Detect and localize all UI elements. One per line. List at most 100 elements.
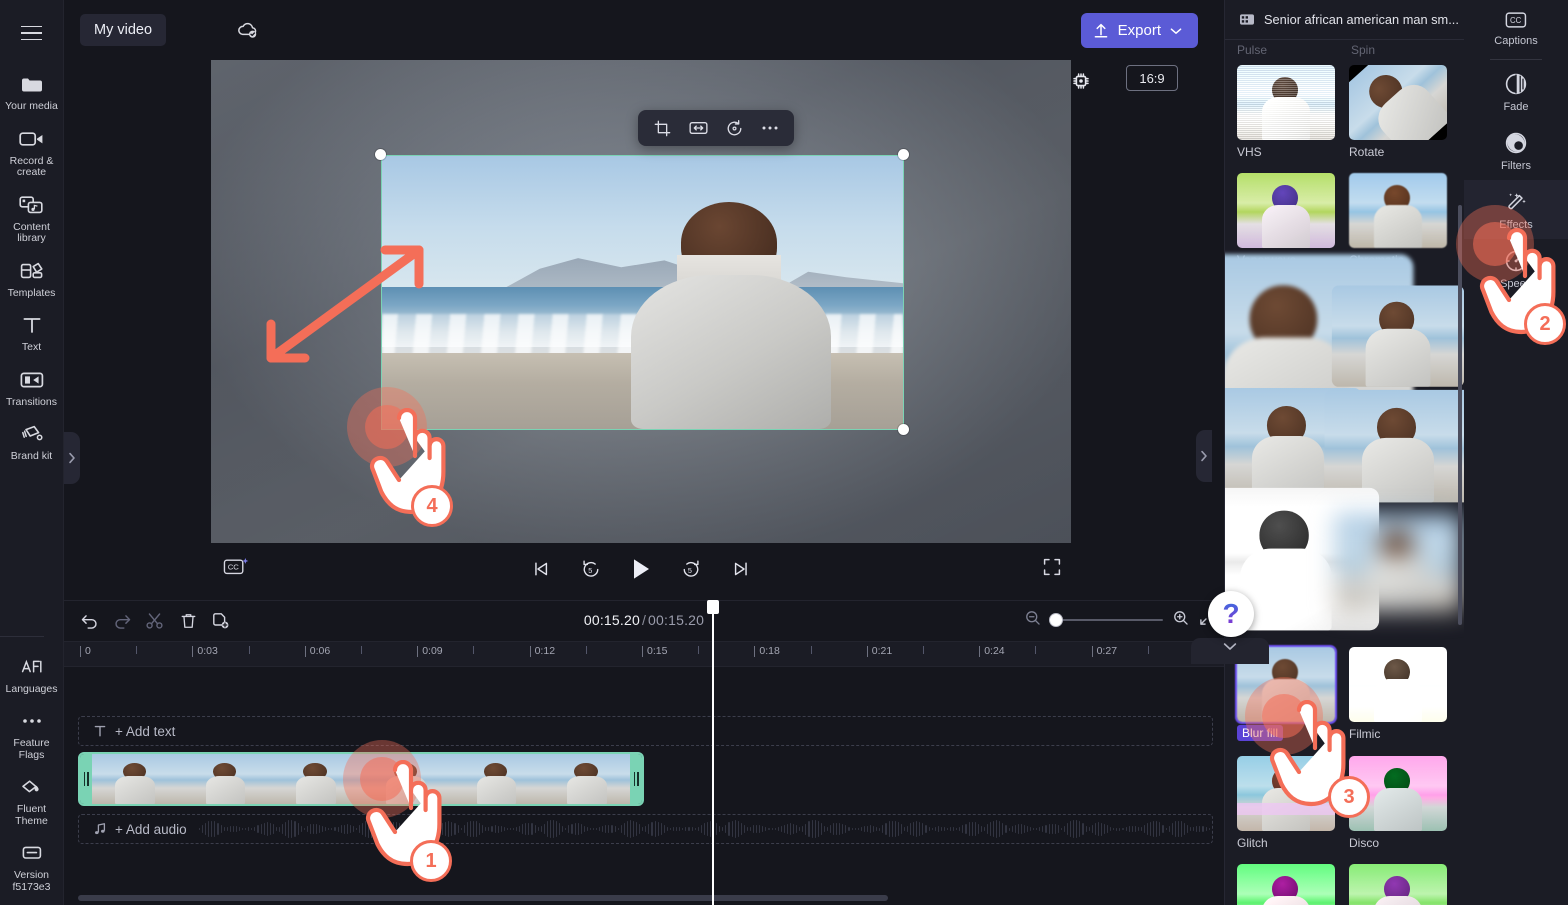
crop-button[interactable] <box>648 115 676 141</box>
collapse-left-panel-button[interactable] <box>64 432 80 484</box>
waveform-bar <box>617 827 619 831</box>
timeline-horizontal-scrollbar[interactable] <box>78 895 888 901</box>
zoom-in-icon[interactable] <box>1173 610 1189 631</box>
waveform-bar <box>263 822 265 836</box>
waveform-bar <box>1211 827 1212 831</box>
closed-captions-icon: CC <box>1505 12 1527 28</box>
waveform-bar <box>734 820 736 838</box>
sidebar-item-record-create[interactable]: Record & create <box>0 119 64 185</box>
music-note-icon <box>95 823 106 835</box>
help-button[interactable]: ? <box>1208 591 1254 637</box>
waveform-bar <box>833 823 835 835</box>
waveform-bar <box>1002 822 1004 836</box>
waveform-bar <box>642 827 644 831</box>
resize-handle-top-left[interactable] <box>375 149 386 160</box>
add-text-track[interactable]: + Add text <box>78 716 1213 746</box>
transport-controls: 5 5 <box>526 554 756 584</box>
skip-to-start-button[interactable] <box>526 554 556 584</box>
waveform-bar <box>679 827 681 831</box>
waveform-bar <box>645 826 647 832</box>
playhead-grip[interactable] <box>707 600 719 614</box>
waveform-bar <box>971 821 973 837</box>
sidebar-item-fluent-theme[interactable]: Fluent Theme <box>0 767 64 833</box>
ruler-tick: 0:15 <box>642 645 667 657</box>
sidebar-item-templates[interactable]: Templates <box>0 251 64 306</box>
waveform-bar <box>790 823 792 835</box>
filters-icon <box>1505 132 1527 154</box>
waveform-bar <box>731 820 733 838</box>
more-options-button[interactable] <box>756 115 784 141</box>
step-badge-3: 3 <box>1328 776 1370 818</box>
selected-video-layer[interactable] <box>381 155 904 430</box>
timeline-ruler[interactable]: 00:030:060:090:120:150:180:210:240:270: <box>64 641 1224 667</box>
tool-rail-fade[interactable]: Fade <box>1464 62 1568 121</box>
zoom-slider-handle[interactable] <box>1049 613 1063 627</box>
rotate-button[interactable] <box>720 115 748 141</box>
effect-item[interactable] <box>1349 864 1447 905</box>
aspect-ratio-button[interactable]: 16:9 <box>1126 65 1178 91</box>
clip-trim-handle-right[interactable] <box>630 754 642 804</box>
waveform-bar <box>1147 823 1149 835</box>
resize-handle-bottom-right[interactable] <box>898 424 909 435</box>
waveform-bar <box>823 825 825 833</box>
sidebar-item-feature-flags[interactable]: Feature Flags <box>0 701 64 767</box>
effect-crash-zoom[interactable]: Crash zoom <box>1225 254 1414 450</box>
skip-to-end-button[interactable] <box>726 554 756 584</box>
waveform-bar <box>987 824 989 834</box>
effect-filmic[interactable]: Filmic <box>1349 647 1447 742</box>
bottom-tray-toggle[interactable] <box>1191 638 1269 664</box>
waveform-bar <box>245 827 247 831</box>
split-button[interactable] <box>140 606 170 636</box>
waveform-bar <box>1042 826 1044 832</box>
project-title-button[interactable]: My video <box>80 14 167 46</box>
add-audio-track[interactable]: + Add audio <box>78 814 1213 844</box>
video-preview-canvas[interactable] <box>211 60 1071 543</box>
effect-thumbnail <box>1334 513 1462 612</box>
effect-thumbnail <box>1237 864 1335 905</box>
sidebar-item-transitions[interactable]: Transitions <box>0 360 64 415</box>
waveform-bar <box>1140 827 1142 831</box>
effect-vhs[interactable]: VHS <box>1237 65 1335 159</box>
tool-rail-captions[interactable]: CC Captions <box>1464 0 1568 55</box>
ruler-minor-tick <box>248 646 250 654</box>
waveform-bar <box>285 821 287 837</box>
sidebar-item-version[interactable]: Version f5173e3 <box>0 833 64 899</box>
zoom-out-icon[interactable] <box>1025 610 1041 631</box>
duplicate-button[interactable] <box>206 606 236 636</box>
processor-settings-icon[interactable] <box>1068 68 1094 94</box>
play-button[interactable] <box>626 554 656 584</box>
timeline-playhead[interactable] <box>707 600 719 905</box>
redo-button[interactable] <box>107 606 137 636</box>
sidebar-item-languages[interactable]: Languages <box>0 647 64 702</box>
sidebar-item-your-media[interactable]: Your media <box>0 64 64 119</box>
resize-handle-top-right[interactable] <box>898 149 909 160</box>
fullscreen-button[interactable] <box>1043 558 1061 581</box>
chevron-right-icon <box>1201 450 1207 462</box>
tool-rail-filters[interactable]: Filters <box>1464 121 1568 180</box>
clip-trim-handle-left[interactable] <box>80 754 92 804</box>
sidebar-item-text[interactable]: Text <box>0 305 64 360</box>
hamburger-menu-icon[interactable] <box>15 18 49 48</box>
ruler-minor-tick <box>361 646 362 654</box>
captions-toggle-button[interactable]: CC <box>223 556 249 583</box>
effect-slow-zoom[interactable]: Slow zoom <box>1331 285 1465 389</box>
forward-5-seconds-button[interactable]: 5 <box>676 554 706 584</box>
waveform-bar <box>746 827 748 831</box>
zoom-slider[interactable] <box>1049 613 1163 627</box>
sidebar-item-brand-kit[interactable]: Brand kit <box>0 414 64 469</box>
export-button[interactable]: Export <box>1080 13 1198 48</box>
effects-panel-scrollbar[interactable] <box>1458 205 1462 625</box>
collapse-right-panel-button[interactable] <box>1196 430 1212 482</box>
fit-button[interactable] <box>684 115 712 141</box>
waveform-bar <box>1097 822 1099 836</box>
rewind-5-seconds-button[interactable]: 5 <box>576 554 606 584</box>
crop-icon <box>654 120 670 136</box>
delete-button[interactable] <box>173 606 203 636</box>
media-folder-icon <box>19 72 45 96</box>
waveform-bar <box>993 820 995 838</box>
waveform-bar <box>768 827 770 831</box>
sidebar-item-content-library[interactable]: Content library <box>0 185 64 251</box>
effect-item[interactable] <box>1237 864 1335 905</box>
undo-button[interactable] <box>74 606 104 636</box>
effect-rotate[interactable]: Rotate <box>1349 65 1447 159</box>
